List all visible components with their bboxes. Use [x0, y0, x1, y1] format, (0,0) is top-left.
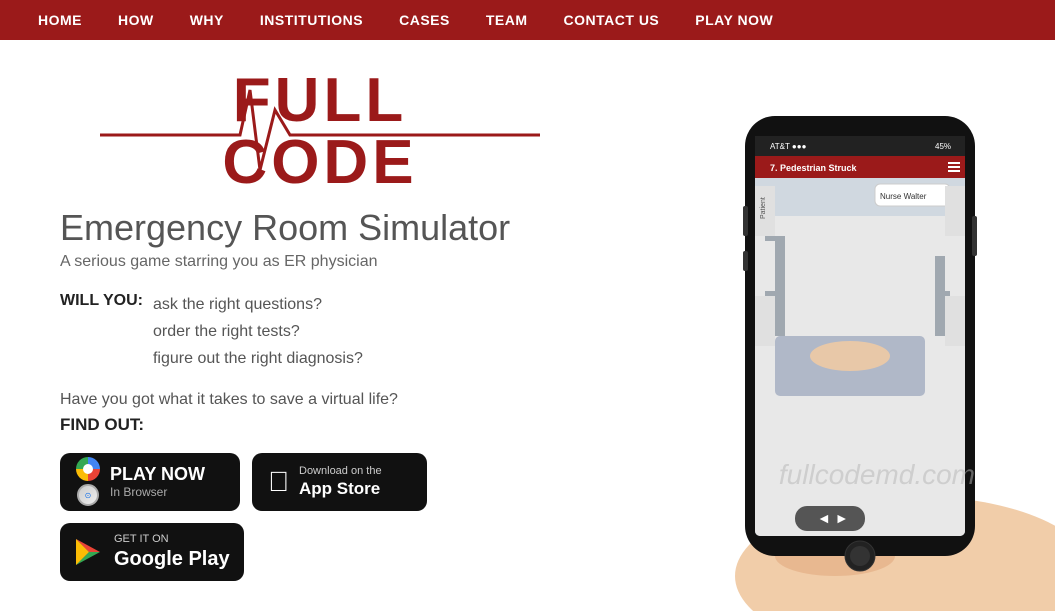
google-play-line1: GET IT ON	[114, 532, 230, 546]
left-panel: FULL CODE Emergency Room Simulator A ser…	[0, 40, 620, 611]
logo-full: FULL	[233, 70, 407, 132]
nav-team[interactable]: TEAM	[468, 12, 546, 28]
will-you-questions: ask the right questions? order the right…	[153, 291, 363, 373]
svg-text:7. Pedestrian Struck: 7. Pedestrian Struck	[770, 163, 858, 173]
safari-icon: ⊙	[77, 484, 99, 506]
logo-text: FULL CODE	[222, 70, 417, 194]
find-out-text: FIND OUT:	[60, 415, 144, 435]
app-store-line2: App Store	[299, 479, 382, 499]
nav-play[interactable]: PLAY NOW	[677, 12, 791, 28]
question-2: order the right tests?	[153, 318, 363, 345]
will-you-row: WILL YOU: ask the right questions? order…	[60, 291, 363, 373]
google-play-button[interactable]: GET IT ON Google Play	[60, 523, 244, 581]
svg-text:45%: 45%	[935, 142, 951, 151]
browser-icons: ⊙	[76, 457, 100, 506]
play-now-line1: PLAY NOW	[110, 464, 205, 486]
navigation: HOME HOW WHY INSTITUTIONS CASES TEAM CON…	[0, 0, 1055, 40]
watermark-text: fullcodemd.com	[779, 459, 975, 491]
app-store-button[interactable]:  Download on the App Store	[252, 453, 427, 511]
will-you-label: WILL YOU:	[60, 291, 143, 310]
play-now-line2: In Browser	[110, 485, 205, 499]
app-store-text: Download on the App Store	[299, 464, 382, 499]
app-store-line1: Download on the	[299, 464, 382, 478]
nav-why[interactable]: WHY	[172, 12, 242, 28]
svg-text:◄ ►: ◄ ►	[817, 510, 849, 526]
nav-how[interactable]: HOW	[100, 12, 172, 28]
svg-text:Nurse Walter: Nurse Walter	[880, 192, 927, 201]
will-you-section: WILL YOU: ask the right questions? order…	[60, 291, 363, 373]
google-play-line2: Google Play	[114, 547, 230, 571]
hero-title: Emergency Room Simulator	[60, 207, 510, 249]
svg-text:AT&T ●●●: AT&T ●●●	[770, 142, 807, 151]
nav-home[interactable]: HOME	[20, 12, 100, 28]
main-content: FULL CODE Emergency Room Simulator A ser…	[0, 40, 1055, 611]
logo-container: FULL CODE	[90, 70, 550, 194]
question-3: figure out the right diagnosis?	[153, 345, 363, 372]
apple-icon: 	[268, 468, 289, 496]
right-panel: AT&T ●●● 45% 7. Pedestrian Struck Nurse …	[620, 40, 1055, 611]
google-play-icon	[74, 537, 104, 567]
nav-cases[interactable]: CASES	[381, 12, 468, 28]
buttons-row: ⊙ PLAY NOW In Browser  Download on the …	[60, 453, 580, 581]
logo-area: FULL CODE	[60, 70, 580, 189]
google-play-text: GET IT ON Google Play	[114, 532, 230, 570]
logo-code: CODE	[222, 132, 417, 194]
hero-subtitle: A serious game starring you as ER physic…	[60, 253, 377, 271]
phone-mockup-svg: AT&T ●●● 45% 7. Pedestrian Struck Nurse …	[620, 56, 1055, 611]
svg-text:Patient: Patient	[760, 197, 767, 219]
nav-institutions[interactable]: INSTITUTIONS	[242, 12, 381, 28]
chrome-icon	[76, 457, 100, 481]
nav-contact[interactable]: CONTACT US	[546, 12, 678, 28]
play-now-button[interactable]: ⊙ PLAY NOW In Browser	[60, 453, 240, 511]
save-life-text: Have you got what it takes to save a vir…	[60, 391, 398, 409]
question-1: ask the right questions?	[153, 291, 363, 318]
play-now-text: PLAY NOW In Browser	[110, 464, 205, 500]
